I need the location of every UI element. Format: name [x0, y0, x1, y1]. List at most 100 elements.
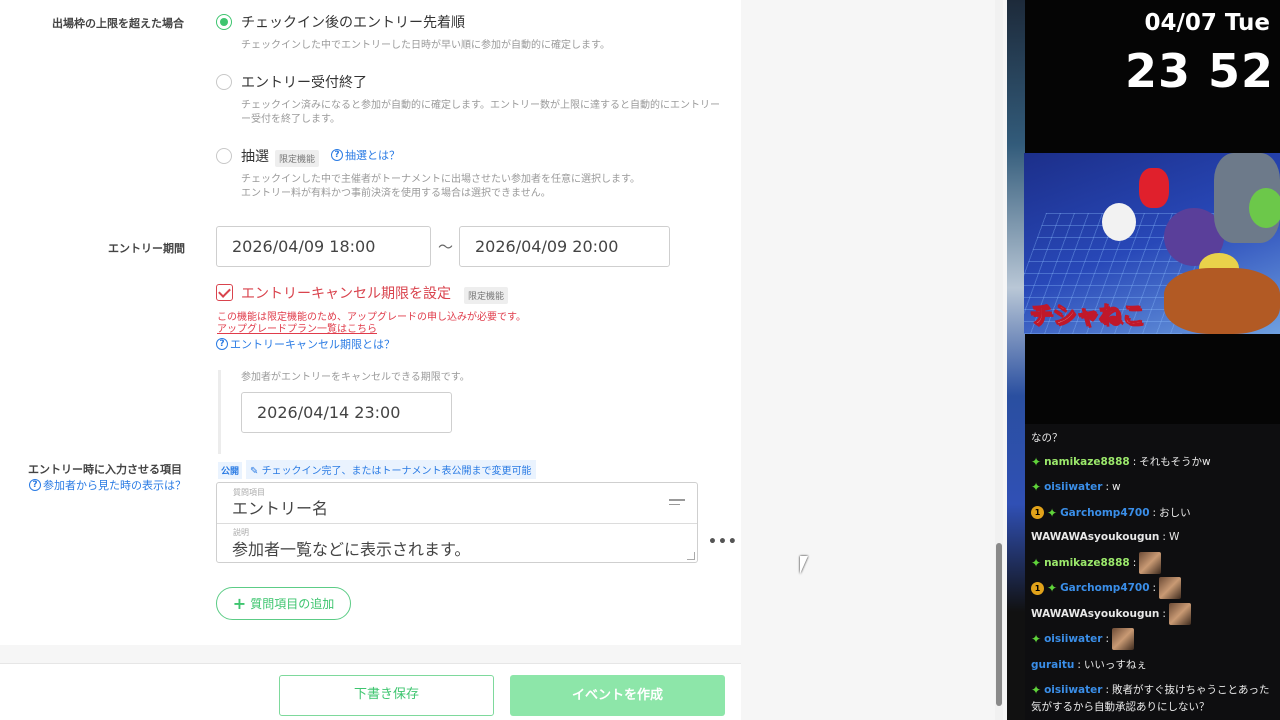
chat-message: なの？ — [1031, 430, 1063, 445]
chat-message: ✦ oisiiwater: w — [1031, 480, 1121, 494]
option-close-entry-desc-2: ー受付を終了します。 — [241, 114, 340, 125]
cancel-deadline-checkbox[interactable] — [216, 284, 233, 301]
chat-panel: なの？ ✦ namikaze8888: それもそうかw ✦ oisiiwater… — [1025, 424, 1280, 720]
chat-username[interactable]: Garchomp4700 — [1060, 507, 1149, 519]
sparkle-badge-icon: ✦ — [1047, 505, 1058, 520]
add-question-label: 質問項目の追加 — [250, 597, 335, 611]
chat-message: 1 ✦ Garchomp4700: おしい — [1031, 505, 1191, 520]
artwork-red-creature — [1139, 168, 1169, 208]
chat-colon: : — [1162, 608, 1166, 620]
question-box-divider — [217, 523, 697, 524]
event-form-area: 出場枠の上限を超えた場合 チェックイン後のエントリー先着順 チェックインした中で… — [0, 0, 1007, 720]
chat-colon: : — [1162, 531, 1166, 543]
chat-text: 敗者がすぐ抜けちゃうことあった — [1111, 684, 1270, 696]
form-card: 出場枠の上限を超えた場合 チェックイン後のエントリー先着順 チェックインした中で… — [0, 0, 741, 645]
artwork-ghost — [1102, 203, 1136, 241]
sparkle-badge-icon: ✦ — [1031, 480, 1042, 494]
chat-colon: : — [1105, 481, 1109, 493]
overlay-date: 04/07 Tue — [1144, 10, 1270, 36]
face-emote-icon — [1168, 603, 1191, 625]
chat-message: 1 ✦ Garchomp4700: — [1031, 577, 1182, 599]
subscriber-badge-icon: 1 — [1031, 581, 1044, 595]
add-question-button[interactable]: + 質問項目の追加 — [216, 587, 351, 620]
question-item-input[interactable]: エントリー名 — [232, 495, 328, 519]
sparkle-badge-icon: ✦ — [1031, 556, 1042, 570]
public-note-text: チェックイン完了、またはトーナメント表公開まで変更可能 — [261, 466, 532, 477]
cancel-deadline-label[interactable]: エントリーキャンセル期限を設定 — [241, 283, 451, 303]
radio-lottery[interactable] — [216, 148, 232, 164]
drag-handle-icon[interactable] — [669, 499, 685, 507]
sparkle-badge-icon: ✦ — [1031, 454, 1042, 469]
face-emote-icon — [1111, 628, 1134, 650]
cancel-deadline-input[interactable]: 2026/04/14 23:00 — [241, 392, 452, 433]
entry-items-label: エントリー時に入力させる項目 — [28, 463, 182, 476]
artwork-orange-creature — [1164, 268, 1280, 334]
description-textarea[interactable]: 参加者一覧などに表示されます。 — [232, 536, 470, 560]
chat-username[interactable]: oisiiwater — [1044, 481, 1102, 493]
artwork-green-creature — [1249, 188, 1280, 228]
capacity-overflow-label: 出場枠の上限を超えた場合 — [52, 17, 184, 30]
cancel-help-text: エントリーキャンセル期限とは？ — [230, 338, 395, 351]
option-close-entry-desc-1: チェックイン済みになると参加が自動的に確定します。エントリー数が上限に達すると自… — [241, 100, 720, 111]
chat-username[interactable]: WAWAWAsyoukougun — [1031, 531, 1159, 543]
chat-username[interactable]: WAWAWAsyoukougun — [1031, 608, 1159, 620]
option-close-entry-label[interactable]: エントリー受付終了 — [241, 72, 367, 92]
lottery-help-text: 抽選とは？ — [345, 149, 400, 162]
question-circle-icon: ? — [29, 479, 41, 491]
chat-message: ✦ oisiiwater: 敗者がすぐ抜けちゃうことあった — [1031, 682, 1269, 697]
face-emote-icon — [1139, 552, 1162, 574]
cancel-help-link[interactable]: ? エントリーキャンセル期限とは？ — [216, 336, 395, 352]
background-strip — [1007, 0, 1025, 720]
radio-close-entry[interactable] — [216, 74, 232, 90]
range-tilde: 〜 — [438, 238, 454, 256]
limited-feature-tag: 限定機能 — [275, 150, 320, 167]
entry-period-label: エントリー期間 — [108, 242, 185, 255]
save-draft-button[interactable]: 下書き保存 — [279, 675, 494, 716]
chat-username[interactable]: oisiiwater — [1044, 684, 1102, 696]
chat-username[interactable]: guraitu — [1031, 659, 1074, 671]
resize-grip-icon[interactable] — [687, 552, 695, 560]
create-event-button[interactable]: イベントを作成 — [510, 675, 725, 716]
indent-bar — [218, 370, 221, 454]
entry-start-input[interactable]: 2026/04/09 18:00 — [216, 226, 431, 267]
stream-overlay: 04/07 Tue 23 52 チシャねこ なの？ ✦ namikaze8888… — [1007, 0, 1280, 720]
chat-message: ✦ namikaze8888: それもそうかw — [1031, 454, 1211, 469]
option-lottery-desc-2: エントリー料が有料かつ事前決済を使用する場合は選択できません。 — [241, 188, 551, 199]
chat-colon: : — [1105, 633, 1109, 645]
question-circle-icon: ? — [331, 149, 343, 161]
chat-username[interactable]: namikaze8888 — [1044, 456, 1130, 468]
chat-colon: : — [1152, 506, 1157, 519]
more-options-icon[interactable]: ••• — [708, 534, 738, 550]
radio-first-come[interactable] — [216, 14, 232, 30]
public-badge: 公開 — [218, 462, 243, 479]
chat-username[interactable]: oisiiwater — [1044, 633, 1102, 645]
lottery-help-link[interactable]: ? 抽選とは？ — [331, 147, 400, 163]
option-lottery-desc-1: チェックインした中で主催者がトーナメントに出場させたい参加者を任意に選択します。 — [241, 174, 640, 185]
chat-message: WAWAWAsyoukougun: W — [1031, 531, 1179, 543]
question-circle-icon: ? — [216, 338, 228, 350]
chat-message: ✦ oisiiwater: — [1031, 628, 1134, 650]
chat-message: ✦ namikaze8888: — [1031, 552, 1162, 574]
scrollbar-thumb[interactable] — [996, 543, 1002, 706]
cancel-deadline-desc: 参加者がエントリーをキャンセルできる期限です。 — [241, 372, 470, 383]
question-item-box: 質問項目 エントリー名 説明 参加者一覧などに表示されます。 — [216, 482, 698, 563]
option-lottery-label[interactable]: 抽選 — [241, 146, 269, 166]
channel-name-stamp: チシャねこ — [1030, 303, 1146, 330]
chat-message: guraitu: いいっすねぇ — [1031, 657, 1147, 672]
overlay-clock: 23 52 — [1124, 44, 1274, 98]
mouse-cursor-icon — [800, 556, 814, 574]
chat-text: おしい — [1159, 507, 1191, 519]
face-emote-icon — [1159, 577, 1182, 599]
option-first-come-label[interactable]: チェックイン後のエントリー先着順 — [241, 12, 465, 32]
entry-end-input[interactable]: 2026/04/09 20:00 — [459, 226, 670, 267]
chat-message: WAWAWAsyoukougun: — [1031, 603, 1191, 625]
chat-text: いいっすねぇ — [1083, 659, 1147, 671]
public-note: ✎ チェックイン完了、またはトーナメント表公開まで変更可能 — [246, 460, 536, 479]
chat-username[interactable]: Garchomp4700 — [1060, 582, 1149, 594]
chat-username[interactable]: namikaze8888 — [1044, 557, 1130, 569]
chat-colon: : — [1132, 557, 1137, 569]
pencil-icon: ✎ — [250, 466, 262, 477]
upgrade-plans-link[interactable]: アップグレードプラン一覧はこちら — [217, 320, 377, 335]
entry-items-help-link[interactable]: ? 参加者から見た時の表示は？ — [29, 477, 186, 493]
channel-artwork: チシャねこ — [1024, 153, 1280, 334]
